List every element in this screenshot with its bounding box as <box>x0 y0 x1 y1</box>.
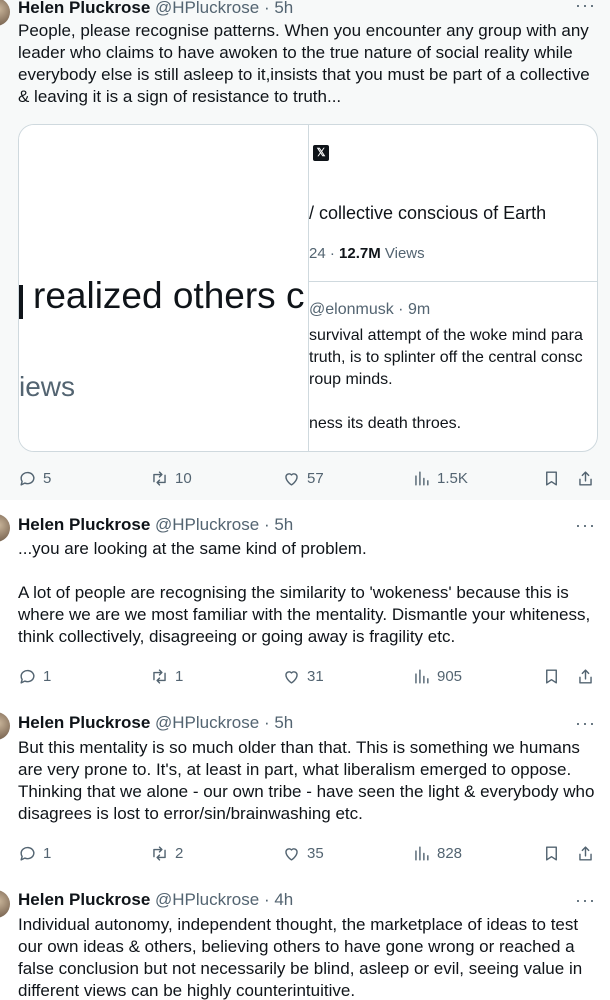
bookmark-icon <box>546 845 557 861</box>
share-button[interactable] <box>576 664 595 688</box>
avatar[interactable] <box>0 514 10 542</box>
timestamp[interactable]: · 5h <box>264 515 293 534</box>
bookmark-icon <box>546 470 557 486</box>
author-handle[interactable]: @HPluckrose <box>155 515 259 534</box>
views-button[interactable]: 905 <box>412 664 462 688</box>
tweet-text: People, please recognise patterns. When … <box>18 21 590 106</box>
reply-count: 5 <box>43 469 52 487</box>
heart-icon <box>285 472 298 486</box>
views-icon <box>415 668 429 684</box>
reply-icon <box>20 669 35 684</box>
quoted-title: / collective conscious of Earth <box>309 203 547 223</box>
bookmark-button[interactable] <box>542 664 561 688</box>
author-name[interactable]: Helen Pluckrose <box>18 515 150 534</box>
bookmark-button[interactable] <box>542 466 561 490</box>
quoted-media-card[interactable]: realized others c iews 𝕏 / collective co… <box>18 124 598 452</box>
like-count: 31 <box>307 667 324 685</box>
tweet-text: Individual autonomy, independent thought… <box>18 915 583 1000</box>
reply-button[interactable]: 1 <box>18 841 51 865</box>
more-options-icon[interactable]: ··· <box>575 516 596 534</box>
retweet-button[interactable]: 2 <box>150 841 183 865</box>
more-options-icon[interactable]: ··· <box>575 714 596 732</box>
views-icon <box>415 845 429 861</box>
author-name[interactable]: Helen Pluckrose <box>18 0 150 17</box>
bookmark-button[interactable] <box>542 841 561 865</box>
avatar[interactable] <box>0 0 10 26</box>
retweet-count: 10 <box>175 469 192 487</box>
like-button[interactable]: 35 <box>282 841 324 865</box>
quoted-stats: 24 · 12.7M Views <box>309 245 425 262</box>
share-icon <box>579 668 592 684</box>
share-icon <box>579 845 592 861</box>
quoted-line: truth, is to splinter off the central co… <box>309 349 583 366</box>
retweet-button[interactable]: 10 <box>150 466 192 490</box>
quoted-line: ness its death throes. <box>309 415 462 432</box>
views-count: 1.5K <box>437 469 468 487</box>
views-button[interactable]: 1.5K <box>412 466 468 490</box>
author-handle[interactable]: @HPluckrose <box>155 0 259 17</box>
tweet-header: Helen Pluckrose @HPluckrose · 5h <box>18 0 293 19</box>
share-button[interactable] <box>576 841 595 865</box>
retweet-icon <box>153 668 166 684</box>
reply-button[interactable]: 1 <box>18 664 51 688</box>
image-big-text: realized others c <box>33 275 305 316</box>
retweet-count: 1 <box>175 667 184 685</box>
tweet-actions: 5 10 57 1.5K <box>0 466 610 490</box>
retweet-count: 2 <box>175 844 184 862</box>
reply-button[interactable]: 5 <box>18 466 51 490</box>
text-cursor-bar <box>19 285 23 319</box>
tweet-4[interactable]: Helen Pluckrose @HPluckrose · 4h ··· Ind… <box>0 880 610 1000</box>
timestamp[interactable]: · 4h <box>264 890 293 909</box>
tweet-header: Helen Pluckrose @HPluckrose · 5h <box>18 514 293 536</box>
retweet-icon <box>153 470 166 486</box>
like-count: 57 <box>307 469 324 487</box>
tweet-actions: 1 2 35 828 <box>0 841 610 865</box>
heart-icon <box>285 670 298 684</box>
views-button[interactable]: 828 <box>412 841 462 865</box>
like-count: 35 <box>307 844 324 862</box>
quoted-line: roup minds. <box>309 371 393 388</box>
divider <box>309 281 597 282</box>
quoted-line: survival attempt of the woke mind para <box>309 327 583 344</box>
tweet-header: Helen Pluckrose @HPluckrose · 4h <box>18 889 293 911</box>
like-button[interactable]: 57 <box>282 466 324 490</box>
author-handle[interactable]: @HPluckrose <box>155 890 259 909</box>
quoted-image[interactable]: realized others c iews <box>19 125 309 451</box>
share-icon <box>579 470 592 486</box>
timestamp[interactable]: · 5h <box>264 0 293 17</box>
tweet-header: Helen Pluckrose @HPluckrose · 5h <box>18 712 293 734</box>
tweet-1[interactable]: Helen Pluckrose @HPluckrose · 5h ··· Peo… <box>0 0 610 500</box>
more-options-icon[interactable]: ··· <box>575 891 596 909</box>
timestamp[interactable]: · 5h <box>264 713 293 732</box>
tweet-text: But this mentality is so much older than… <box>18 738 595 823</box>
reply-icon <box>20 471 35 486</box>
author-name[interactable]: Helen Pluckrose <box>18 713 150 732</box>
views-count: 828 <box>437 844 463 862</box>
author-handle[interactable]: @HPluckrose <box>155 713 259 732</box>
avatar[interactable] <box>0 890 10 918</box>
avatar[interactable] <box>0 712 10 740</box>
quoted-tweet-screenshot[interactable]: 𝕏 / collective conscious of Earth 24 · 1… <box>309 125 597 451</box>
tweet-3[interactable]: Helen Pluckrose @HPluckrose · 5h ··· But… <box>0 700 610 880</box>
x-logo-icon: 𝕏 <box>313 145 329 161</box>
retweet-icon <box>153 845 166 861</box>
share-button[interactable] <box>576 466 595 490</box>
bookmark-icon <box>546 668 557 684</box>
retweet-button[interactable]: 1 <box>150 664 183 688</box>
heart-icon <box>285 847 298 861</box>
tweet-actions: 1 1 31 905 <box>0 664 610 688</box>
reply-count: 1 <box>43 667 52 685</box>
tweet-text: ...you are looking at the same kind of p… <box>18 539 591 646</box>
image-views-text: iews <box>19 371 76 402</box>
views-icon <box>415 470 429 486</box>
like-button[interactable]: 31 <box>282 664 324 688</box>
author-name[interactable]: Helen Pluckrose <box>18 890 150 909</box>
reply-count: 1 <box>43 844 52 862</box>
tweet-2[interactable]: Helen Pluckrose @HPluckrose · 5h ··· ...… <box>0 500 610 700</box>
quoted-handle: @elonmusk · 9m <box>309 301 431 318</box>
views-count: 905 <box>437 667 463 685</box>
more-options-icon[interactable]: ··· <box>575 0 596 14</box>
reply-icon <box>20 846 35 861</box>
